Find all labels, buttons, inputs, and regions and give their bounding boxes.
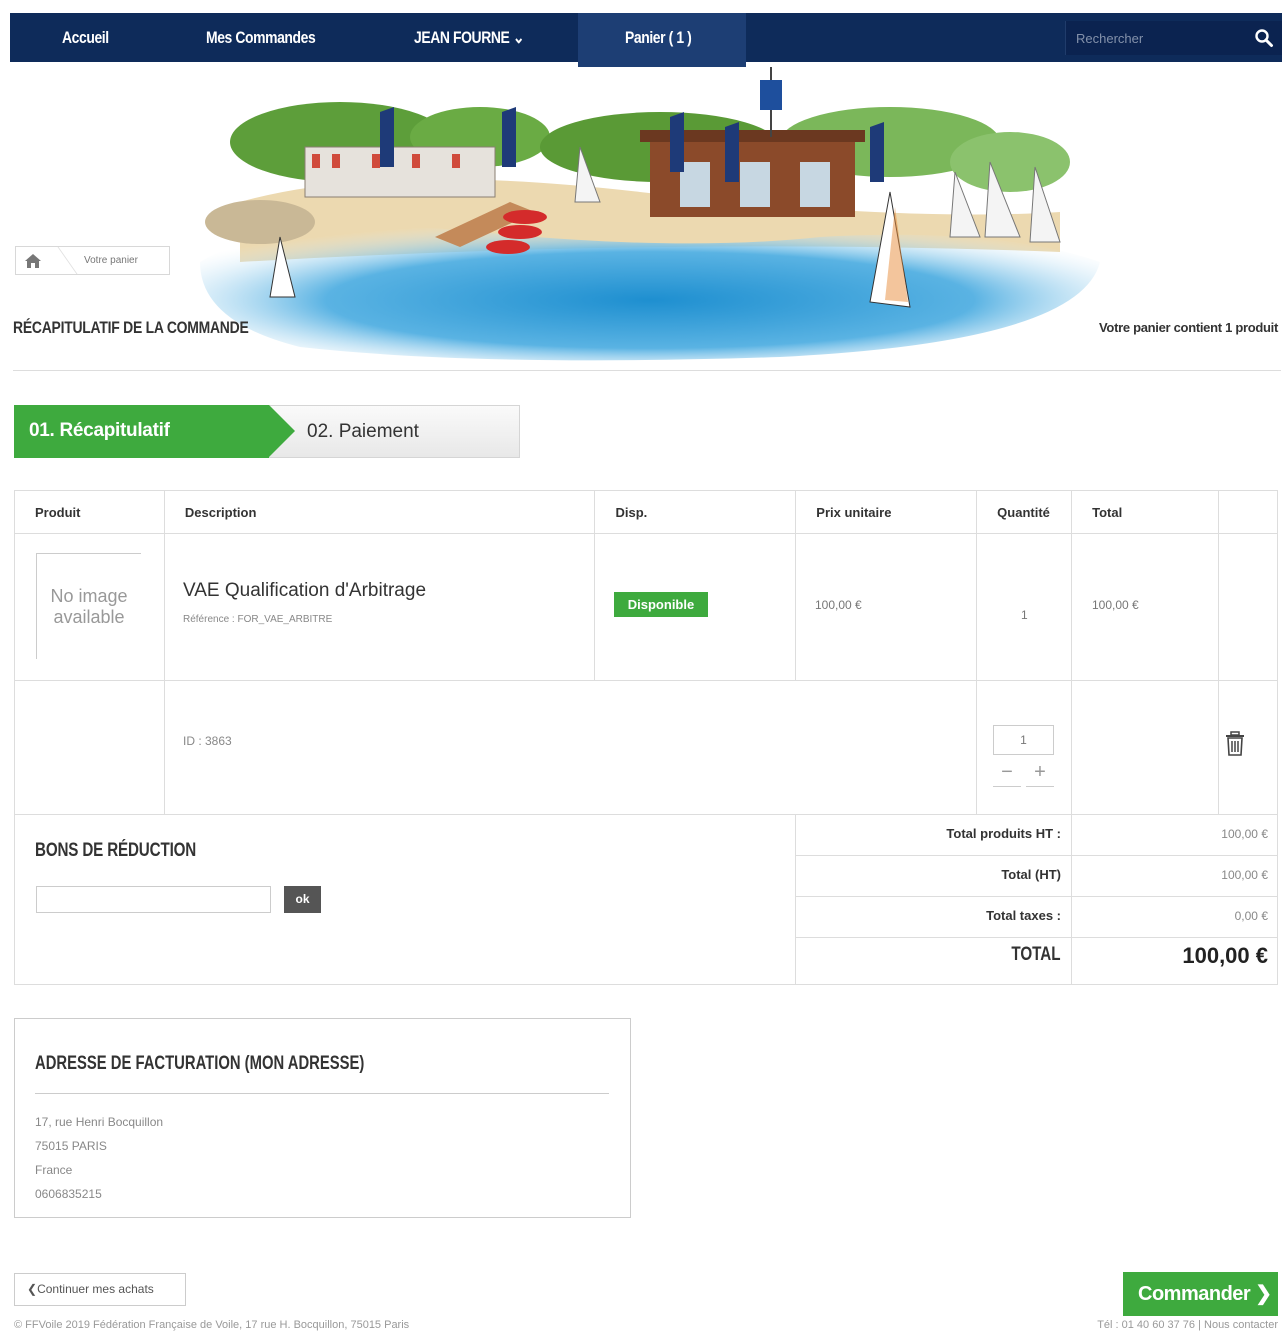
no-image-line1: No image — [50, 586, 128, 606]
no-image-line2: available — [53, 607, 125, 627]
step-summary-label: 01. Récapitulatif — [29, 420, 170, 441]
top-navbar: Accueil Mes Commandes JEAN FOURNE ⌄ Pani… — [10, 13, 1282, 67]
checkout-steps: 02. Paiement 01. Récapitulatif — [14, 405, 520, 458]
nav-user-menu[interactable]: JEAN FOURNE ⌄ — [414, 13, 525, 62]
billing-address-box: ADRESSE DE FACTURATION (MON ADRESSE) 17,… — [14, 1018, 631, 1218]
col-header-product: Produit — [14, 490, 165, 534]
total-ht-label: Total (HT) — [1001, 867, 1061, 882]
product-id: ID : 3863 — [183, 734, 232, 748]
breadcrumb-current: Votre panier — [84, 255, 138, 266]
coupon-input[interactable] — [36, 886, 271, 913]
col-header-unit-price: Prix unitaire — [795, 490, 978, 534]
col-header-actions — [1218, 490, 1278, 534]
nav-orders-link[interactable]: Mes Commandes — [206, 13, 316, 62]
total-products-ht-label: Total produits HT : — [946, 826, 1061, 841]
total-taxes-label: Total taxes : — [986, 908, 1061, 923]
continue-shopping-label: Continuer mes achats — [37, 1282, 154, 1296]
address-line: 17, rue Henri Bocquillon — [35, 1115, 164, 1129]
total-ht-value: 100,00 € — [1221, 868, 1268, 882]
address-line: 0606835215 — [35, 1187, 102, 1201]
home-icon[interactable] — [24, 253, 42, 269]
quantity-decrease-button[interactable]: − — [993, 760, 1021, 787]
line-total: 100,00 € — [1092, 598, 1139, 612]
nav-user-label: JEAN FOURNE — [414, 28, 510, 47]
chevron-left-icon: ❮ — [27, 1282, 38, 1296]
divider — [35, 1093, 609, 1094]
search-icon[interactable] — [1254, 28, 1274, 48]
address-line: France — [35, 1163, 73, 1177]
nav-cart-link[interactable]: Panier ( 1 ) — [625, 13, 692, 62]
search-input[interactable] — [1076, 28, 1236, 48]
nav-home-link[interactable]: Accueil — [62, 13, 109, 62]
col-header-total: Total — [1071, 490, 1219, 534]
product-title[interactable]: VAE Qualification d'Arbitrage — [183, 580, 426, 602]
product-reference: Référence : FOR_VAE_ARBITRE — [183, 614, 333, 625]
quantity-increase-button[interactable]: + — [1026, 760, 1054, 787]
coupon-title: BONS DE RÉDUCTION — [35, 840, 197, 861]
billing-address-title: ADRESSE DE FACTURATION (MON ADRESSE) — [35, 1053, 365, 1074]
breadcrumb-separator — [44, 247, 78, 274]
unit-price: 100,00 € — [815, 598, 862, 612]
checkout-button[interactable]: Commander ❯ — [1123, 1272, 1278, 1316]
grand-total-label: TOTAL — [1011, 944, 1061, 965]
step-summary: 01. Récapitulatif — [14, 405, 295, 458]
coupon-submit-button[interactable]: ok — [284, 886, 321, 913]
grand-total-value: 100,00 € — [1182, 943, 1268, 968]
availability-badge: Disponible — [614, 592, 708, 617]
sailing-club-banner-illustration — [200, 67, 1100, 361]
step-arrow — [269, 405, 295, 457]
quantity-value: 1 — [1021, 608, 1028, 622]
continue-shopping-button[interactable]: ❮Continuer mes achats — [14, 1273, 186, 1306]
page-title: RÉCAPITULATIF DE LA COMMANDE — [13, 318, 249, 337]
col-header-availability: Disp. — [594, 490, 797, 534]
chevron-right-icon: ❯ — [1255, 1283, 1272, 1305]
chevron-down-icon: ⌄ — [512, 28, 525, 47]
search-box — [1065, 21, 1282, 55]
total-taxes-value: 0,00 € — [1234, 909, 1268, 923]
divider — [13, 370, 1281, 371]
footer-copyright: © FFVoile 2019 Fédération Française de V… — [14, 1319, 410, 1331]
breadcrumb: Votre panier — [15, 246, 170, 275]
col-header-description: Description — [163, 490, 596, 534]
step-payment: 02. Paiement — [269, 405, 520, 458]
checkout-label: Commander — [1138, 1283, 1251, 1305]
quantity-input[interactable]: 1 — [993, 725, 1054, 755]
footer-contact[interactable]: Tél : 01 40 60 37 76 | Nous contacter — [1097, 1319, 1278, 1331]
product-image-placeholder: No image available — [36, 553, 141, 659]
address-line: 75015 PARIS — [35, 1139, 107, 1153]
col-header-quantity: Quantité — [976, 490, 1073, 534]
total-products-ht-value: 100,00 € — [1221, 827, 1268, 841]
trash-icon[interactable] — [1224, 731, 1246, 757]
cart-count-text: Votre panier contient 1 produit — [1099, 320, 1278, 335]
